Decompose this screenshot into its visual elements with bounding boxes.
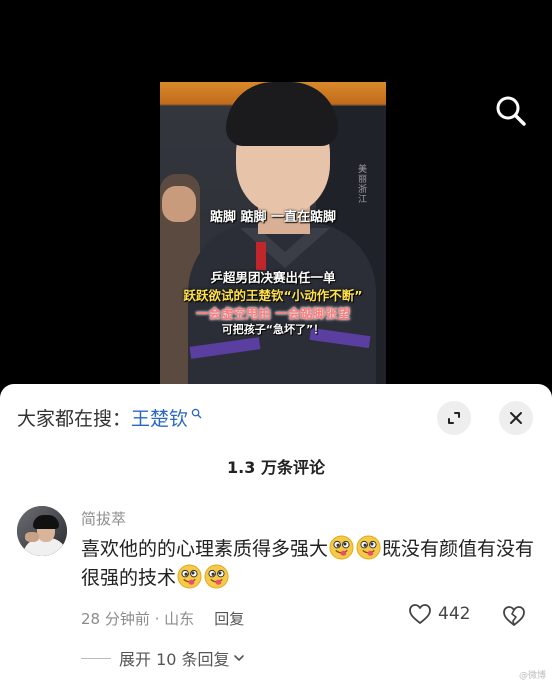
expand-button[interactable]: [437, 401, 471, 435]
video-caption-5: 可把孩子“急坏了”！: [221, 323, 325, 336]
like-button[interactable]: 442: [408, 603, 470, 625]
heart-icon: [409, 604, 431, 624]
laughing-tongue-emoji-icon: [356, 535, 381, 560]
broken-heart-icon: [503, 606, 525, 626]
video-area[interactable]: 美丽浙江 踮脚 踮脚 一直在踮脚 乒超男团决赛出任一单 跃跃欲试的王楚钦“小动作…: [0, 0, 552, 392]
watermark: @微博: [518, 671, 546, 681]
close-icon: [510, 412, 522, 424]
comment-text: 喜欢他的的心理素质得多强大 既没有颜值有没有很强的技术: [81, 535, 536, 593]
search-button[interactable]: [492, 92, 530, 130]
expand-replies-label: 展开 10 条回复: [119, 650, 230, 669]
expand-replies-button[interactable]: 展开 10 条回复: [81, 646, 245, 670]
video-caption-2: 乒超男团决赛出任一单: [210, 270, 336, 285]
reply-button[interactable]: 回复: [214, 608, 244, 629]
comment-text-part1: 喜欢他的的心理素质得多强大: [81, 538, 329, 560]
divider-line: [81, 657, 111, 659]
video-frame[interactable]: 美丽浙江 踮脚 踮脚 一直在踮脚 乒超男团决赛出任一单 跃跃欲试的王楚钦“小动作…: [160, 82, 386, 386]
dislike-button[interactable]: [501, 605, 527, 631]
comment-location: 山东: [164, 610, 195, 628]
video-caption-3: 跃跃欲试的王楚钦“小动作不断”: [183, 288, 363, 303]
trending-search[interactable]: 大家都在搜： 王楚钦: [17, 402, 202, 432]
video-caption-4: 一会虚空甩拍 一会踮脚张望: [195, 306, 351, 321]
comment-meta: 28 分钟前 · 山东 回复: [81, 608, 245, 629]
laughing-tongue-emoji-icon: [329, 535, 354, 560]
laughing-tongue-emoji-icon: [204, 564, 229, 589]
video-caption-1: 踮脚 踮脚 一直在踮脚: [209, 210, 337, 225]
comment-count: 1.3 万条评论: [227, 458, 325, 477]
avatar[interactable]: [17, 506, 67, 556]
video-watermark: 美丽浙江: [356, 164, 366, 204]
close-button[interactable]: [499, 401, 533, 435]
laughing-tongue-emoji-icon: [177, 564, 202, 589]
expand-icon: [448, 412, 460, 424]
comment-username[interactable]: 简拔萃: [81, 508, 126, 529]
search-icon: [496, 96, 526, 126]
small-search-icon: [191, 408, 202, 418]
comment-time: 28 分钟前: [81, 610, 150, 628]
trending-search-query[interactable]: 王楚钦: [131, 404, 188, 431]
like-count: 442: [438, 604, 471, 624]
comments-sheet: 大家都在搜： 王楚钦 1.3 万条评论 简拔萃 喜欢他的的心理素质得多强大 既没…: [0, 384, 552, 688]
chevron-down-icon: [233, 655, 244, 661]
trending-search-label: 大家都在搜：: [17, 407, 132, 430]
